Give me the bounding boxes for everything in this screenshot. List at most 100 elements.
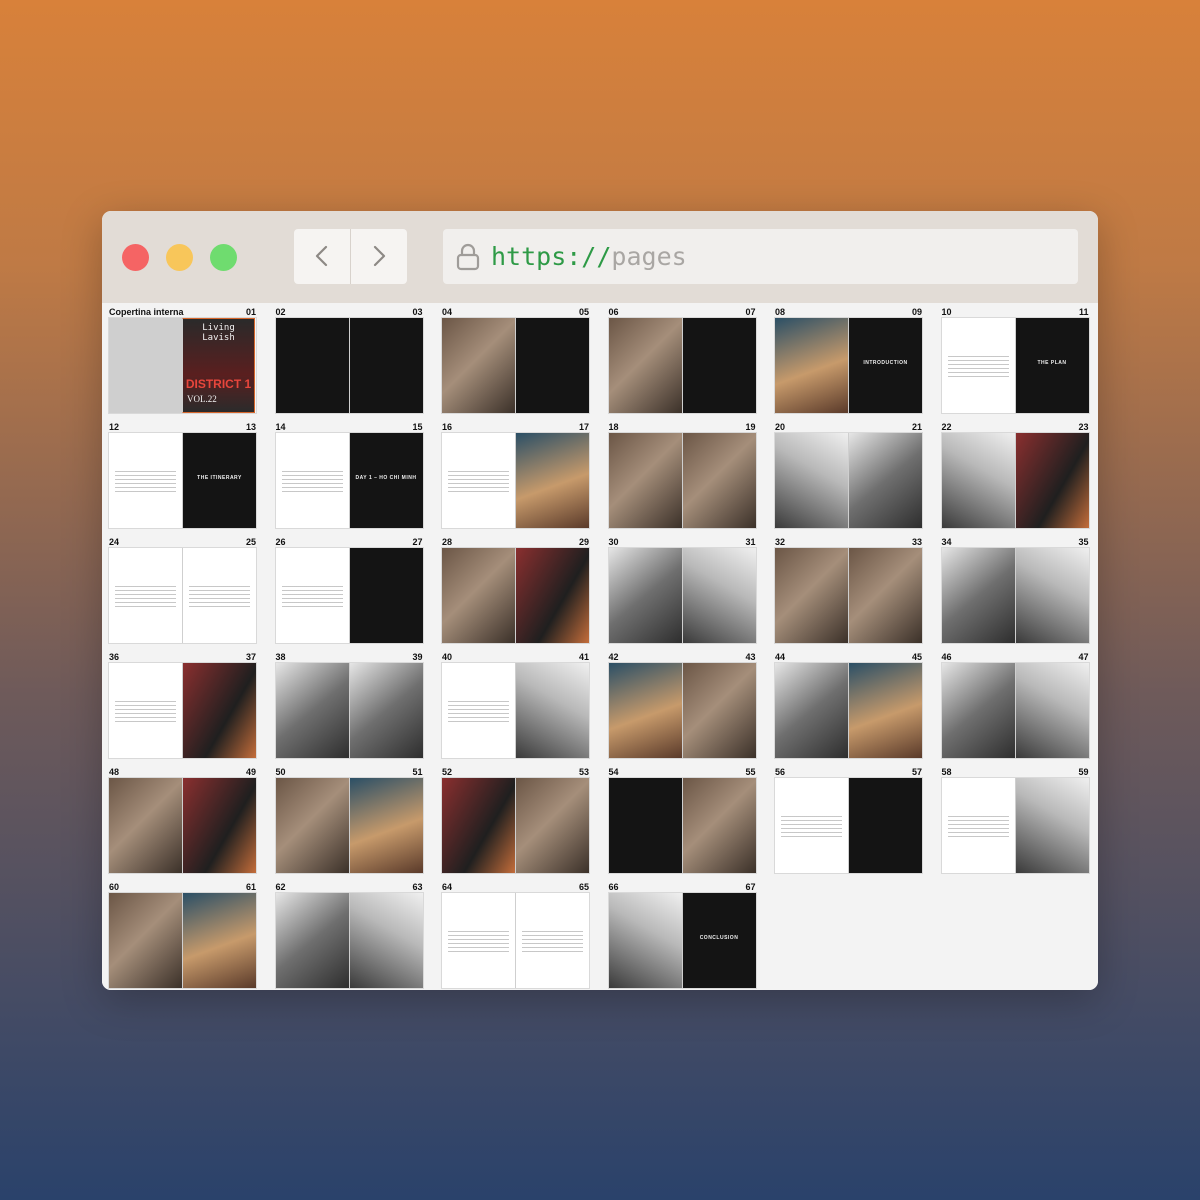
page-right: THE PLAN	[1014, 318, 1089, 413]
page-number-right: 51	[412, 767, 423, 777]
page-number-left: 02	[275, 307, 286, 317]
spread-title: THE ITINERARY	[197, 475, 242, 481]
spread-header: 52 53	[442, 767, 589, 777]
page-left	[608, 663, 682, 758]
spread-thumbnail[interactable]: 48 49	[109, 763, 256, 877]
spread-thumbnail[interactable]: 58 59	[941, 763, 1089, 877]
spread-preview: Living Lavish DISTRICT 1 VOL.22	[109, 318, 256, 413]
spread-thumbnail[interactable]: 24 25	[109, 533, 256, 647]
spread-thumbnail[interactable]: 62 63	[275, 878, 423, 990]
page-right	[348, 318, 423, 413]
spread-thumbnail[interactable]: 40 41	[442, 648, 589, 762]
minimize-button[interactable]	[166, 244, 193, 271]
page-number-right: 05	[578, 307, 589, 317]
page-right	[1014, 663, 1089, 758]
spread-thumbnail[interactable]: 04 05	[442, 303, 589, 417]
spread-thumbnail[interactable]: 28 29	[442, 533, 589, 647]
spread-thumbnail[interactable]: Copertina interna 01 Living Lavish DISTRICT…	[109, 303, 256, 417]
spread-thumbnail[interactable]: 20 21	[775, 418, 922, 532]
forward-button[interactable]	[351, 229, 407, 284]
page-number-right: 01	[245, 307, 256, 317]
page-number-right: 57	[911, 767, 922, 777]
spread-thumbnail[interactable]: 52 53	[442, 763, 589, 877]
page-left	[442, 893, 515, 988]
spread-preview	[442, 318, 589, 413]
spread-thumbnail[interactable]: 46 47	[941, 648, 1089, 762]
spread-header: 40 41	[442, 652, 589, 662]
spread-header: 36 37	[109, 652, 256, 662]
spread-preview	[275, 663, 423, 758]
spread-preview	[275, 778, 423, 873]
text-block	[115, 701, 176, 723]
page-number-left: 10	[941, 307, 952, 317]
spread-thumbnail[interactable]: 06 07	[608, 303, 756, 417]
page-number-right: 13	[245, 422, 256, 432]
spread-header: 48 49	[109, 767, 256, 777]
spread-thumbnail[interactable]: 08 09 INTRODUCTION	[775, 303, 922, 417]
navigation-buttons	[294, 229, 407, 284]
spread-thumbnail[interactable]: 32 33	[775, 533, 922, 647]
spread-thumbnail[interactable]: 34 35	[941, 533, 1089, 647]
spread-preview	[275, 318, 423, 413]
spread-thumbnail[interactable]: 56 57	[775, 763, 922, 877]
spread-thumbnail[interactable]: 54 55	[608, 763, 756, 877]
spread-thumbnail[interactable]: 12 13 THE ITINERARY	[109, 418, 256, 532]
page-left	[941, 663, 1015, 758]
maximize-button[interactable]	[210, 244, 237, 271]
page-number-left: 40	[442, 652, 453, 662]
spread-thumbnail[interactable]: 18 19	[608, 418, 756, 532]
spread-thumbnail[interactable]: 50 51	[275, 763, 423, 877]
spread-thumbnail[interactable]: 16 17	[442, 418, 589, 532]
spread-header: 16 17	[442, 422, 589, 432]
address-bar[interactable]: https://pages	[443, 229, 1078, 284]
text-block	[115, 586, 176, 608]
page-number-right: 21	[911, 422, 922, 432]
page-right	[1014, 548, 1089, 643]
page-left	[941, 318, 1015, 413]
close-button[interactable]	[122, 244, 149, 271]
page-number-left: 38	[275, 652, 286, 662]
text-block	[281, 586, 343, 608]
page-right	[348, 778, 423, 873]
back-button[interactable]	[294, 229, 350, 284]
spread-thumbnail[interactable]: 66 67 CONCLUSION	[608, 878, 756, 990]
spread-thumbnail[interactable]: 42 43	[608, 648, 756, 762]
spread-header: 64 65	[442, 882, 589, 892]
page-number-left: 22	[941, 422, 952, 432]
spread-thumbnail[interactable]: 60 61	[109, 878, 256, 990]
spread-header: 50 51	[276, 767, 423, 777]
spread-thumbnail[interactable]: 36 37	[109, 648, 256, 762]
spread-header: 32 33	[775, 537, 922, 547]
page-number-left: 14	[275, 422, 286, 432]
text-block	[189, 586, 250, 608]
spread-thumbnail[interactable]: 38 39	[275, 648, 423, 762]
spread-thumbnail[interactable]: 10 11 THE PLAN	[941, 303, 1089, 417]
spread-thumbnail[interactable]: 02 03	[275, 303, 423, 417]
spread-preview	[775, 548, 922, 643]
spread-title: INTRODUCTION	[863, 360, 908, 366]
page-right	[681, 663, 756, 758]
spread-thumbnail[interactable]: 14 15 DAY 1 – HO CHI MINH	[275, 418, 423, 532]
spread-preview: INTRODUCTION	[775, 318, 922, 413]
spread-thumbnail[interactable]: 30 31	[608, 533, 756, 647]
spread-preview	[109, 663, 256, 758]
page-number-right: 31	[745, 537, 756, 547]
page-right	[1014, 778, 1089, 873]
spread-thumbnail[interactable]: 22 23	[941, 418, 1089, 532]
spread-header: 54 55	[609, 767, 756, 777]
page-spread-grid: Copertina interna 01 Living Lavish DISTRICT…	[102, 303, 1098, 990]
spread-thumbnail[interactable]: 44 45	[775, 648, 922, 762]
page-number-left: 64	[442, 882, 453, 892]
page-left	[442, 433, 515, 528]
page-left	[109, 318, 182, 413]
page-right	[348, 548, 423, 643]
spread-thumbnail[interactable]: 26 27	[275, 533, 423, 647]
page-left	[109, 893, 182, 988]
page-right: DAY 1 – HO CHI MINH	[348, 433, 423, 528]
page-right	[681, 548, 756, 643]
page-number-left: 42	[608, 652, 619, 662]
page-right	[348, 893, 423, 988]
page-left	[608, 318, 682, 413]
page-number-left: 32	[775, 537, 786, 547]
spread-thumbnail[interactable]: 64 65	[442, 878, 589, 990]
